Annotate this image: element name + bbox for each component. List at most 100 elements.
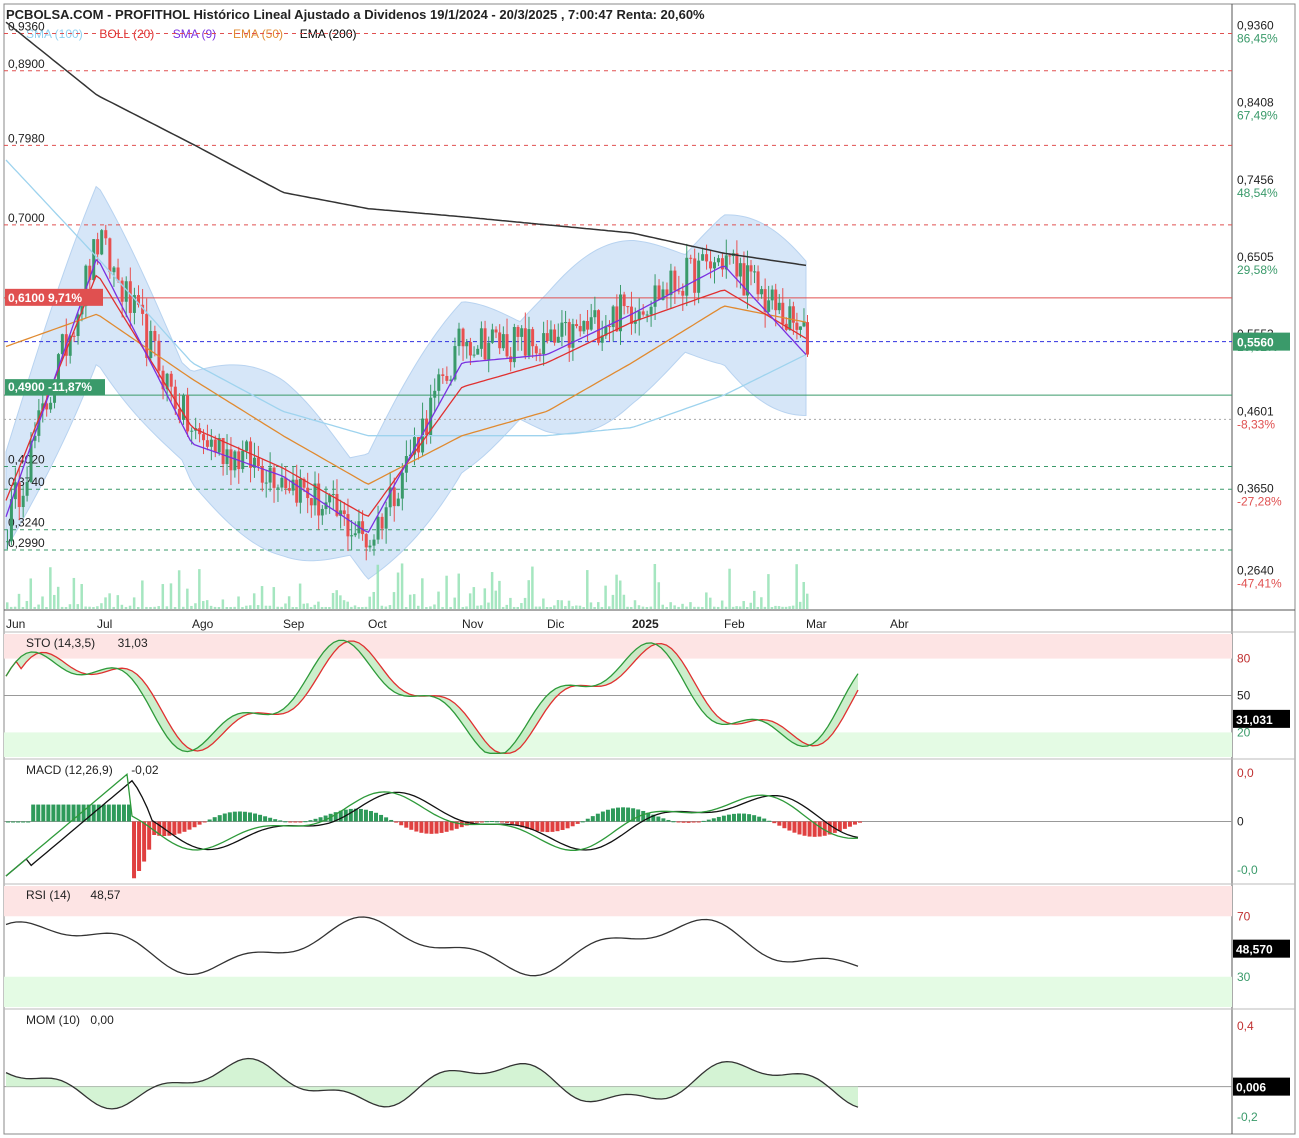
volume-bar [457, 573, 461, 609]
candle-body [549, 329, 553, 342]
macd-hist-bar [787, 821, 792, 831]
candle-body [498, 332, 502, 349]
volume-bar [202, 601, 205, 609]
macd-hist-bar [510, 821, 515, 825]
candle-body [534, 346, 538, 354]
macd-hist-bar [363, 809, 368, 822]
macd-hist-bar [600, 811, 605, 822]
volume-bar [388, 605, 392, 609]
panel-title: MACD (12,26,9) [26, 763, 113, 777]
candle-body [433, 390, 437, 398]
panel-level-label: 0,4 [1237, 1019, 1254, 1033]
candle-body [256, 457, 260, 467]
candle-body [186, 395, 190, 432]
macd-hist-bar [681, 821, 686, 823]
candle-body [753, 271, 757, 273]
macd-hist-bar [182, 821, 187, 832]
volume-bar [724, 606, 728, 609]
candle-body [777, 302, 781, 311]
candle-body [202, 434, 206, 441]
macd-hist-bar [222, 813, 227, 822]
panel-zone [4, 634, 1232, 659]
candle-body [457, 328, 461, 347]
volume-bar [693, 606, 696, 609]
price-tick-label: 0,2640 [1237, 563, 1274, 577]
price-tick-label: 0,7456 [1237, 173, 1274, 187]
volume-bar [96, 606, 99, 609]
mom-current-label: 0,006 [1236, 1081, 1266, 1095]
candle-body [205, 440, 209, 447]
volume-bar [45, 606, 48, 609]
macd-hist-bar [278, 820, 283, 822]
volume-bar [213, 606, 217, 609]
level-label: 0,7980 [8, 131, 45, 145]
volume-bar [233, 606, 236, 609]
macd-hist-bar [621, 807, 626, 822]
volume-bar [479, 605, 483, 609]
macd-hist-bar [671, 821, 676, 823]
macd-hist-bar [121, 804, 126, 822]
volume-bar [302, 603, 306, 609]
macd-hist-bar [505, 821, 510, 823]
volume-bar [468, 593, 472, 609]
candle-body [586, 321, 590, 330]
macd-hist-bar [767, 820, 772, 822]
macd-hist-bar [610, 808, 615, 822]
candle-body [531, 329, 535, 347]
macd-hist-bar [399, 821, 404, 826]
volume-bar [564, 606, 567, 609]
volume-bar [604, 585, 607, 609]
macd-hist-bar [111, 804, 116, 822]
volume-bar [542, 598, 545, 609]
macd-hist-bar [293, 821, 298, 823]
candle-body [342, 510, 346, 515]
macd-hist-bar [414, 821, 419, 832]
candle-body [353, 533, 357, 536]
volume-bar [618, 580, 622, 609]
volume-bar [380, 605, 384, 609]
candle-body [445, 375, 449, 381]
candle-body [233, 451, 237, 471]
volume-bar [88, 606, 91, 609]
volume-bar [272, 587, 276, 609]
volume-bar [252, 593, 256, 609]
candle-body [618, 294, 622, 332]
price-tick-pct: -27,28% [1237, 494, 1282, 508]
candle-body [545, 333, 549, 342]
candle-body [331, 493, 335, 495]
volume-bar [104, 597, 107, 609]
volume-bar [433, 604, 436, 609]
macd-hist-bar [721, 815, 726, 822]
candle-body [287, 488, 291, 491]
candle-body [241, 450, 245, 470]
macd-hist-bar [379, 814, 384, 822]
volume-bar [339, 595, 342, 609]
candle-body [806, 322, 809, 355]
candle-body [25, 481, 29, 496]
rsi-current-label: 48,570 [1236, 943, 1273, 957]
volume-bar [132, 597, 136, 609]
volume-bar [276, 606, 279, 609]
level-label: 0,7000 [8, 211, 45, 225]
volume-bar [177, 570, 181, 609]
volume-bar [157, 606, 160, 609]
macd-hist-bar [847, 821, 852, 827]
candle-body [468, 342, 472, 356]
candle-body [798, 326, 802, 330]
volume-bar [633, 600, 637, 609]
macd-hist-bar [31, 804, 36, 822]
candle-body [693, 258, 697, 293]
candle-body [527, 329, 531, 356]
volume-bar [205, 600, 209, 609]
macd-hist-bar [484, 821, 489, 823]
volume-bar [791, 605, 795, 609]
macd-hist-bar [212, 817, 217, 822]
volume-bar [342, 600, 346, 609]
volume-bar [731, 606, 735, 609]
volume-bar [13, 606, 17, 609]
candle-body [487, 342, 491, 360]
volume-bar [384, 606, 388, 609]
macd-hist-bar [439, 821, 444, 833]
volume-bar [798, 601, 802, 609]
volume-bar [720, 600, 724, 609]
